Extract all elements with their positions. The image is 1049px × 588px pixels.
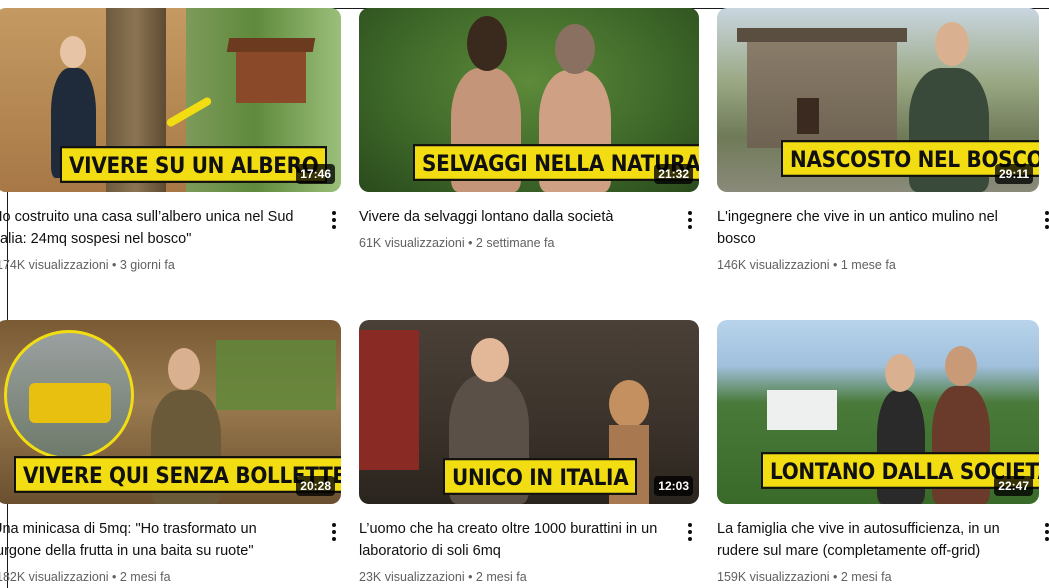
more-vert-icon[interactable] [678, 208, 702, 232]
video-meta: 23K visualizzazioni • 2 mesi fa [359, 570, 527, 584]
video-meta: 159K visualizzazioni • 2 mesi fa [717, 570, 892, 584]
video-title[interactable]: L'ingegnere che vive in un antico mulino… [717, 206, 1022, 250]
presenter-head [935, 22, 969, 66]
video-title[interactable]: La famiglia che vive in autosufficienza,… [717, 518, 1022, 562]
video-thumbnail[interactable]: LONTANO DALLA SOCIETA' 22:47 [717, 320, 1039, 504]
more-vert-icon[interactable] [322, 520, 346, 544]
video-title[interactable]: Vivere da selvaggi lontano dalla società [359, 206, 664, 228]
more-vert-icon[interactable] [1035, 208, 1049, 232]
video-duration: 20:28 [296, 476, 335, 496]
video-title[interactable]: L’uomo che ha creato oltre 1000 burattin… [359, 518, 664, 562]
video-title[interactable]: Una minicasa di 5mq: "Ho trasformato un … [0, 518, 297, 562]
video-thumbnail[interactable]: VIVERE QUI SENZA BOLLETTE 20:28 [0, 320, 341, 504]
craftsman-head [471, 338, 509, 382]
video-thumbnail[interactable]: NASCOSTO NEL BOSCO 29:11 [717, 8, 1039, 192]
video-duration: 22:47 [994, 476, 1033, 496]
person-head [467, 16, 507, 71]
more-vert-icon[interactable] [322, 208, 346, 232]
thumbnail-caption: UNICO IN ITALIA [443, 458, 638, 495]
family-member-head [885, 354, 915, 392]
presenter-head [60, 36, 86, 68]
video-thumbnail[interactable]: VIVERE SU UN ALBERO 17:46 [0, 8, 341, 192]
video-meta: 182K visualizzazioni • 2 mesi fa [0, 570, 171, 584]
video-thumbnail[interactable]: SELVAGGI NELLA NATURA 21:32 [359, 8, 699, 192]
person-head [555, 24, 595, 74]
more-vert-icon[interactable] [678, 520, 702, 544]
video-meta: 174K visualizzazioni • 3 giorni fa [0, 258, 175, 272]
video-title[interactable]: Ho costruito una casa sull’albero unica … [0, 206, 297, 250]
puppet-figure [609, 380, 649, 428]
more-vert-icon[interactable] [1035, 520, 1049, 544]
video-duration: 12:03 [654, 476, 693, 496]
family-member-head [945, 346, 977, 386]
thumbnail-caption: VIVERE QUI SENZA BOLLETTE [14, 456, 341, 493]
video-meta: 146K visualizzazioni • 1 mese fa [717, 258, 896, 272]
video-duration: 29:11 [994, 164, 1033, 184]
video-meta: 61K visualizzazioni • 2 settimane fa [359, 236, 555, 250]
video-duration: 21:32 [654, 164, 693, 184]
video-thumbnail[interactable]: UNICO IN ITALIA 12:03 [359, 320, 699, 504]
thumbnail-caption: VIVERE SU UN ALBERO [60, 146, 328, 183]
presenter-head [168, 348, 200, 390]
video-duration: 17:46 [296, 164, 335, 184]
inset-circle [4, 330, 134, 460]
